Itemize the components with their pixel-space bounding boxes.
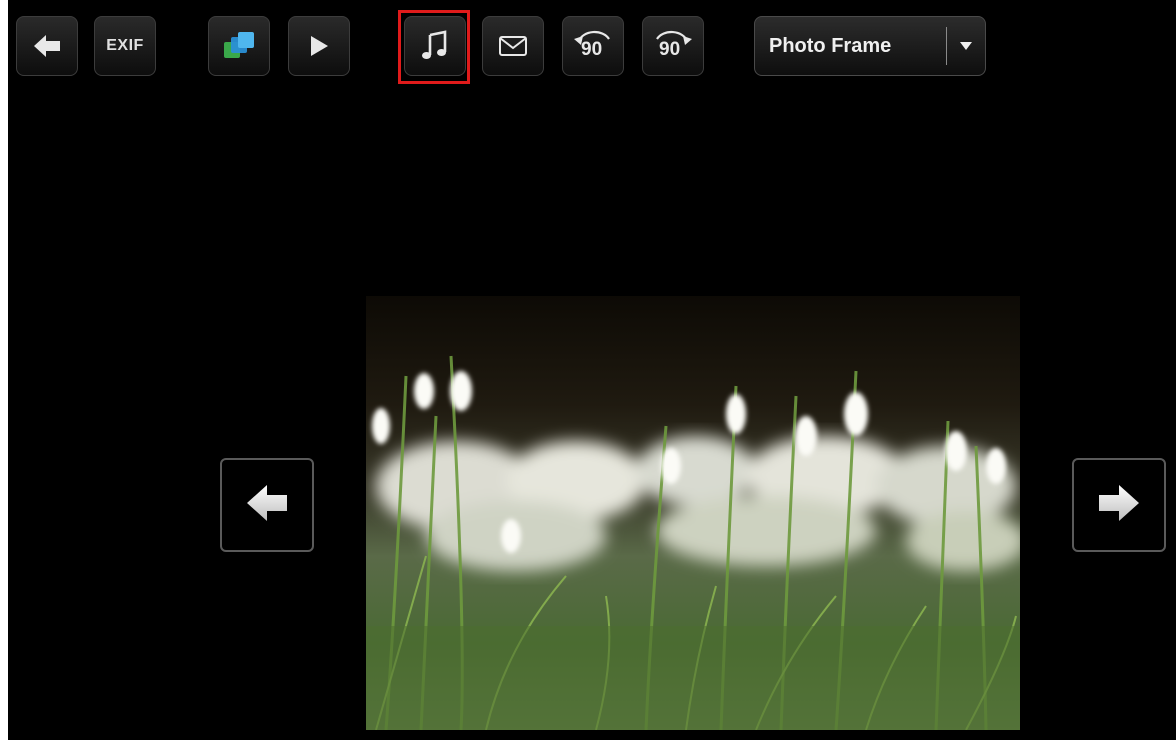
envelope-icon xyxy=(498,35,528,57)
exif-button[interactable]: EXIF xyxy=(94,16,156,76)
rotate-right-button[interactable]: 90 xyxy=(642,16,704,76)
rotate-right-label: 90 xyxy=(659,39,681,60)
next-photo-button[interactable] xyxy=(1072,458,1166,552)
rotate-left-label: 90 xyxy=(581,39,603,60)
rotate-left-button[interactable]: 90 xyxy=(562,16,624,76)
music-note-icon xyxy=(421,30,449,62)
layers-button[interactable] xyxy=(208,16,270,76)
slideshow-play-button[interactable] xyxy=(288,16,350,76)
back-button[interactable] xyxy=(16,16,78,76)
exif-label: EXIF xyxy=(106,37,144,54)
layers-icon xyxy=(222,30,256,62)
arrow-left-icon xyxy=(245,483,289,528)
play-icon xyxy=(308,34,330,58)
chevron-down-icon[interactable] xyxy=(947,41,985,51)
arrow-right-icon xyxy=(1097,483,1141,528)
mode-dropdown-value: Photo Frame xyxy=(769,34,892,57)
arrow-left-icon xyxy=(32,33,62,59)
photo-viewer: EXIF 90 90 Photo Frame xyxy=(8,0,1176,740)
mode-dropdown[interactable]: Photo Frame xyxy=(754,16,986,76)
previous-photo-button[interactable] xyxy=(220,458,314,552)
email-button[interactable] xyxy=(482,16,544,76)
snowdrop-flowers-photo xyxy=(366,296,1020,730)
music-button[interactable] xyxy=(404,16,466,76)
